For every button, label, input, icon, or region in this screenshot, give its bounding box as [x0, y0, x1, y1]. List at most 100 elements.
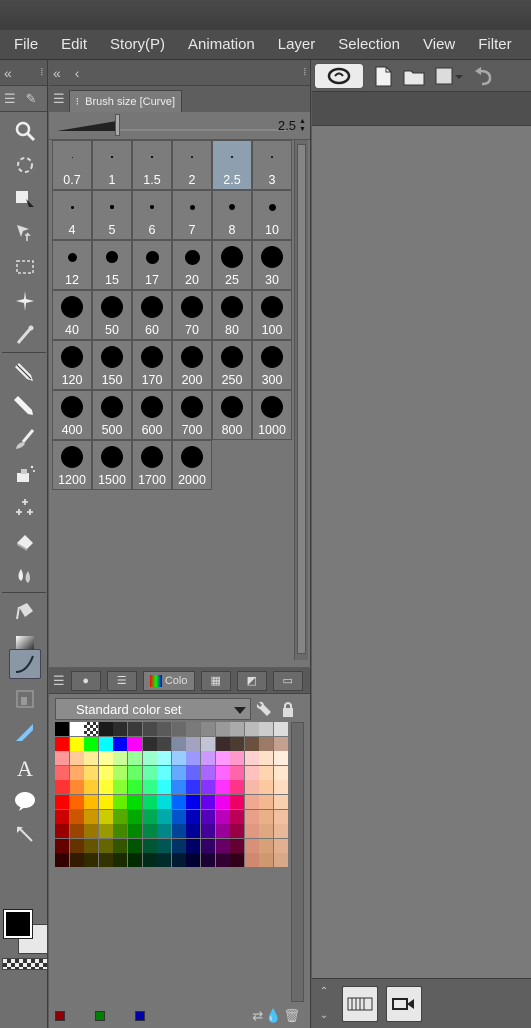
color-swatch[interactable]	[98, 736, 113, 751]
color-swatch[interactable]	[230, 736, 245, 751]
menu-edit[interactable]: Edit	[61, 36, 87, 53]
menu-layer[interactable]: Layer	[278, 36, 316, 53]
slider-knob[interactable]	[115, 114, 120, 136]
brush-size-preset[interactable]: 1700	[132, 440, 172, 490]
eyedropper-tool-icon[interactable]	[9, 320, 41, 350]
tab-color-slider[interactable]: ☰	[106, 670, 137, 691]
brush-size-preset[interactable]: 1.5	[132, 140, 172, 190]
frame-border-tool-icon[interactable]	[9, 684, 41, 714]
color-swatch[interactable]	[215, 722, 230, 736]
zoom-tool-icon[interactable]	[9, 116, 41, 146]
color-swatch[interactable]	[127, 824, 142, 839]
tab-color-set[interactable]: Colo	[142, 670, 195, 691]
color-swatch[interactable]	[157, 838, 172, 853]
brush-size-preset[interactable]: 4	[52, 190, 92, 240]
color-swatch[interactable]	[273, 809, 288, 824]
color-swatch[interactable]	[157, 809, 172, 824]
scrollbar-thumb[interactable]	[297, 144, 306, 654]
color-swatch[interactable]	[259, 824, 274, 839]
color-swatch[interactable]	[171, 722, 186, 736]
color-swatch[interactable]	[69, 794, 84, 809]
color-swatch[interactable]	[186, 736, 201, 751]
color-swatch[interactable]	[55, 838, 69, 853]
eraser-tool-icon[interactable]	[9, 526, 41, 556]
color-swatch[interactable]	[259, 751, 274, 766]
color-swatch[interactable]	[84, 838, 99, 853]
color-swatch[interactable]	[84, 751, 99, 766]
color-swatch[interactable]	[259, 736, 274, 751]
color-swatch[interactable]	[200, 838, 215, 853]
spinner-arrows-icon[interactable]: ▲ ▼	[298, 118, 307, 134]
brush-size-preset[interactable]: 170	[132, 340, 172, 390]
color-swatch[interactable]	[113, 780, 128, 795]
color-swatch[interactable]	[200, 853, 215, 868]
color-swatch[interactable]	[69, 722, 84, 736]
color-swatch[interactable]	[98, 838, 113, 853]
grip-icon[interactable]: ⦙	[304, 67, 306, 78]
color-swatch[interactable]	[127, 780, 142, 795]
collapse-left-icon[interactable]: «	[4, 65, 12, 81]
color-swatch[interactable]	[259, 780, 274, 795]
color-swatch[interactable]	[215, 853, 230, 868]
brush-size-preset[interactable]: 70	[172, 290, 212, 340]
color-swatch[interactable]	[186, 722, 201, 736]
replace-color-icon[interactable]: ⇄	[252, 1008, 263, 1024]
text-tool-icon[interactable]: A	[9, 752, 41, 782]
brush-size-preset[interactable]: 600	[132, 390, 172, 440]
tab-approximate-color[interactable]: ◩	[236, 670, 267, 691]
color-swatch[interactable]	[98, 794, 113, 809]
color-swatch[interactable]	[230, 780, 245, 795]
color-swatch[interactable]	[142, 736, 157, 751]
color-swatch[interactable]	[84, 824, 99, 839]
new-file-icon[interactable]	[372, 63, 394, 89]
color-swatch[interactable]	[186, 780, 201, 795]
color-swatch[interactable]	[244, 780, 259, 795]
color-swatch[interactable]	[127, 809, 142, 824]
brush-panel-scrollbar[interactable]	[294, 140, 308, 660]
color-swatch[interactable]	[127, 853, 142, 868]
color-swatch[interactable]	[244, 751, 259, 766]
clip-studio-button[interactable]	[314, 62, 364, 89]
color-swatch[interactable]	[273, 751, 288, 766]
brush-tool-icon[interactable]	[9, 424, 41, 454]
color-swatch[interactable]	[142, 765, 157, 780]
menu-animation[interactable]: Animation	[188, 36, 255, 53]
color-swatch[interactable]	[186, 751, 201, 766]
color-swatch[interactable]	[215, 838, 230, 853]
color-swatch[interactable]	[273, 838, 288, 853]
color-swatch[interactable]	[127, 765, 142, 780]
color-swatch[interactable]	[98, 780, 113, 795]
color-swatch[interactable]	[157, 780, 172, 795]
color-swatch[interactable]	[157, 794, 172, 809]
color-panel-scrollbar[interactable]	[291, 722, 304, 1002]
color-swatch[interactable]	[273, 853, 288, 868]
color-swatch[interactable]	[113, 794, 128, 809]
color-swatch[interactable]	[186, 838, 201, 853]
color-swatch[interactable]	[200, 780, 215, 795]
color-swatch[interactable]	[244, 736, 259, 751]
brush-size-preset[interactable]: 0.7	[52, 140, 92, 190]
color-swatch[interactable]	[215, 751, 230, 766]
color-swatch[interactable]	[259, 838, 274, 853]
brush-size-preset[interactable]: 1200	[52, 440, 92, 490]
color-swatch[interactable]	[55, 853, 69, 868]
color-swatch[interactable]	[244, 765, 259, 780]
brush-size-preset[interactable]: 30	[252, 240, 292, 290]
brush-size-preset[interactable]: 1500	[92, 440, 132, 490]
color-swatch[interactable]	[69, 765, 84, 780]
color-set-dropdown[interactable]: Standard color set	[55, 698, 251, 720]
color-swatch[interactable]	[259, 853, 274, 868]
blend-tool-icon[interactable]	[9, 560, 41, 590]
fill-tool-icon[interactable]	[9, 596, 41, 626]
color-swatch[interactable]	[273, 794, 288, 809]
grip-icon[interactable]: ⦙	[41, 67, 43, 78]
color-swatch[interactable]	[273, 736, 288, 751]
color-swatch[interactable]	[113, 751, 128, 766]
brush-size-preset[interactable]: 2	[172, 140, 212, 190]
color-swatch[interactable]	[142, 838, 157, 853]
color-swatch[interactable]	[244, 794, 259, 809]
footer-color-red[interactable]	[55, 1011, 65, 1021]
color-swatch[interactable]	[259, 765, 274, 780]
brush-size-preset[interactable]: 10	[252, 190, 292, 240]
pen-tool-button-icon[interactable]	[9, 356, 41, 386]
